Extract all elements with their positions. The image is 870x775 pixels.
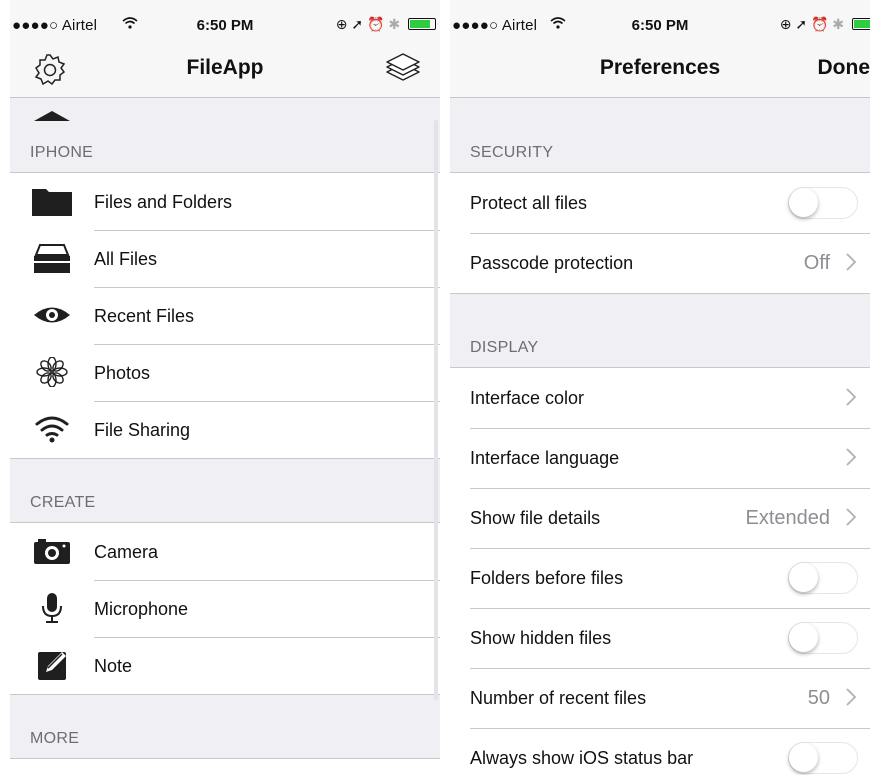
sidebar-item-label: All Files — [94, 249, 158, 269]
row-label: Folders before files — [470, 568, 624, 588]
always-show-status-bar-row: Always show iOS status bar — [450, 728, 870, 775]
orientation-lock-icon: ⊕ — [335, 16, 348, 32]
sidebar-item-label: Photos — [94, 363, 151, 383]
sidebar-item-file-sharing[interactable]: File Sharing — [10, 401, 440, 458]
show-file-details-row[interactable]: Show file details Extended — [450, 488, 870, 548]
sidebar-item-label: File Sharing — [94, 420, 191, 440]
chevron-right-icon — [846, 508, 857, 526]
section-iphone: Files and Folders All Files Recent Files — [10, 173, 440, 459]
row-label: Show file details — [470, 508, 601, 528]
row-value: Off — [803, 252, 830, 274]
sidebar-item-label: Note — [94, 656, 133, 676]
row-label: Always show iOS status bar — [470, 748, 694, 768]
row-value: Extended — [745, 507, 830, 529]
row-label: Protect all files — [470, 193, 588, 213]
battery-icon — [852, 18, 870, 30]
sidebar-item-camera[interactable]: Camera — [10, 523, 440, 580]
done-button[interactable]: Done — [818, 56, 870, 80]
nav-title: Preferences — [599, 56, 721, 79]
alarm-icon: ⏰ — [367, 16, 385, 32]
section-create: Camera Microphone Note — [10, 523, 440, 695]
row-label: Interface color — [470, 388, 585, 408]
chevron-right-icon — [846, 448, 857, 466]
sidebar-item-recent-files[interactable]: Recent Files — [10, 287, 440, 344]
toggle-knob — [789, 623, 818, 652]
layers-icon[interactable] — [384, 52, 422, 88]
row-label: Interface language — [470, 448, 620, 468]
always-show-status-bar-toggle[interactable] — [788, 742, 858, 774]
sidebar-item-photos[interactable]: Photos — [10, 344, 440, 401]
protect-all-files-toggle[interactable] — [788, 187, 858, 219]
nav-bar: FileApp — [10, 40, 440, 98]
row-value: 50 — [807, 687, 830, 709]
interface-color-row[interactable]: Interface color — [450, 368, 870, 428]
show-hidden-files-toggle[interactable] — [788, 622, 858, 654]
partial-item-icon — [32, 107, 72, 126]
toggle-knob — [789, 563, 818, 592]
section-header-create: CREATE — [10, 459, 440, 523]
section-header-display: DISPLAY — [450, 294, 870, 368]
location-icon: ➚ — [795, 16, 808, 32]
section-display: Interface color Interface language Show … — [450, 368, 870, 775]
bluetooth-icon: ✱ — [832, 16, 845, 32]
status-bar: ●●●●○ Airtel 6:50 PM ⊕ ➚ ⏰ ✱ — [10, 0, 440, 40]
show-hidden-files-row: Show hidden files — [450, 608, 870, 668]
section-header-more: MORE — [10, 695, 440, 759]
eye-icon — [32, 300, 72, 330]
section-more — [10, 111, 440, 775]
number-of-recent-files-row[interactable]: Number of recent files 50 — [450, 668, 870, 728]
orientation-lock-icon: ⊕ — [779, 16, 792, 32]
chevron-right-icon — [846, 388, 857, 406]
sidebar-item-label: Files and Folders — [94, 192, 233, 212]
flower-icon — [32, 356, 72, 388]
preferences-list: SECURITY Protect all files Passcode prot… — [450, 99, 870, 775]
passcode-protection-row[interactable]: Passcode protection Off — [450, 233, 870, 293]
interface-language-row[interactable]: Interface language — [450, 428, 870, 488]
wifi-icon — [32, 414, 72, 444]
alarm-icon: ⏰ — [811, 16, 829, 32]
fileapp-screen: ●●●●○ Airtel 6:50 PM ⊕ ➚ ⏰ ✱ FileApp IPH… — [10, 0, 440, 775]
toggle-knob — [789, 743, 818, 772]
protect-all-files-row: Protect all files — [450, 173, 870, 233]
nav-bar: Preferences Done — [450, 40, 870, 98]
scroll-indicator[interactable] — [434, 120, 438, 700]
chevron-right-icon — [846, 253, 857, 271]
sidebar-item-files-and-folders[interactable]: Files and Folders — [10, 173, 440, 230]
row-label: Passcode protection — [470, 253, 634, 273]
section-security: Protect all files Passcode protection Of… — [450, 173, 870, 294]
tray-icon — [32, 243, 72, 273]
folders-before-files-row: Folders before files — [450, 548, 870, 608]
status-indicators: ⊕ ➚ ⏰ ✱ — [336, 16, 436, 33]
sidebar-item-microphone[interactable]: Microphone — [10, 580, 440, 637]
status-indicators: ⊕ ➚ ⏰ ✱ — [780, 16, 870, 33]
location-icon: ➚ — [351, 16, 364, 32]
row-label: Number of recent files — [470, 688, 647, 708]
section-header-security: SECURITY — [450, 99, 870, 173]
chevron-right-icon — [846, 688, 857, 706]
sidebar-item-label: Camera — [94, 542, 159, 562]
sidebar-item-note[interactable]: Note — [10, 637, 440, 694]
folder-icon — [32, 186, 72, 216]
bluetooth-icon: ✱ — [388, 16, 401, 32]
row-label: Show hidden files — [470, 628, 612, 648]
camera-icon — [32, 536, 72, 566]
nav-title: FileApp — [186, 56, 264, 79]
sidebar-item-label: Microphone — [94, 599, 189, 619]
toggle-knob — [789, 188, 818, 217]
status-bar: ●●●●○ Airtel 6:50 PM ⊕ ➚ ⏰ ✱ — [450, 0, 870, 40]
sidebar-item-all-files[interactable]: All Files — [10, 230, 440, 287]
folders-before-files-toggle[interactable] — [788, 562, 858, 594]
sidebar-item-label: Recent Files — [94, 306, 195, 326]
microphone-icon — [32, 593, 72, 623]
battery-icon — [408, 18, 436, 30]
note-icon — [32, 650, 72, 680]
sidebar-list: IPHONE Files and Folders All Files Recen… — [10, 99, 440, 775]
section-header-iphone: IPHONE — [10, 99, 440, 173]
preferences-screen: ●●●●○ Airtel 6:50 PM ⊕ ➚ ⏰ ✱ Preferences… — [450, 0, 870, 775]
